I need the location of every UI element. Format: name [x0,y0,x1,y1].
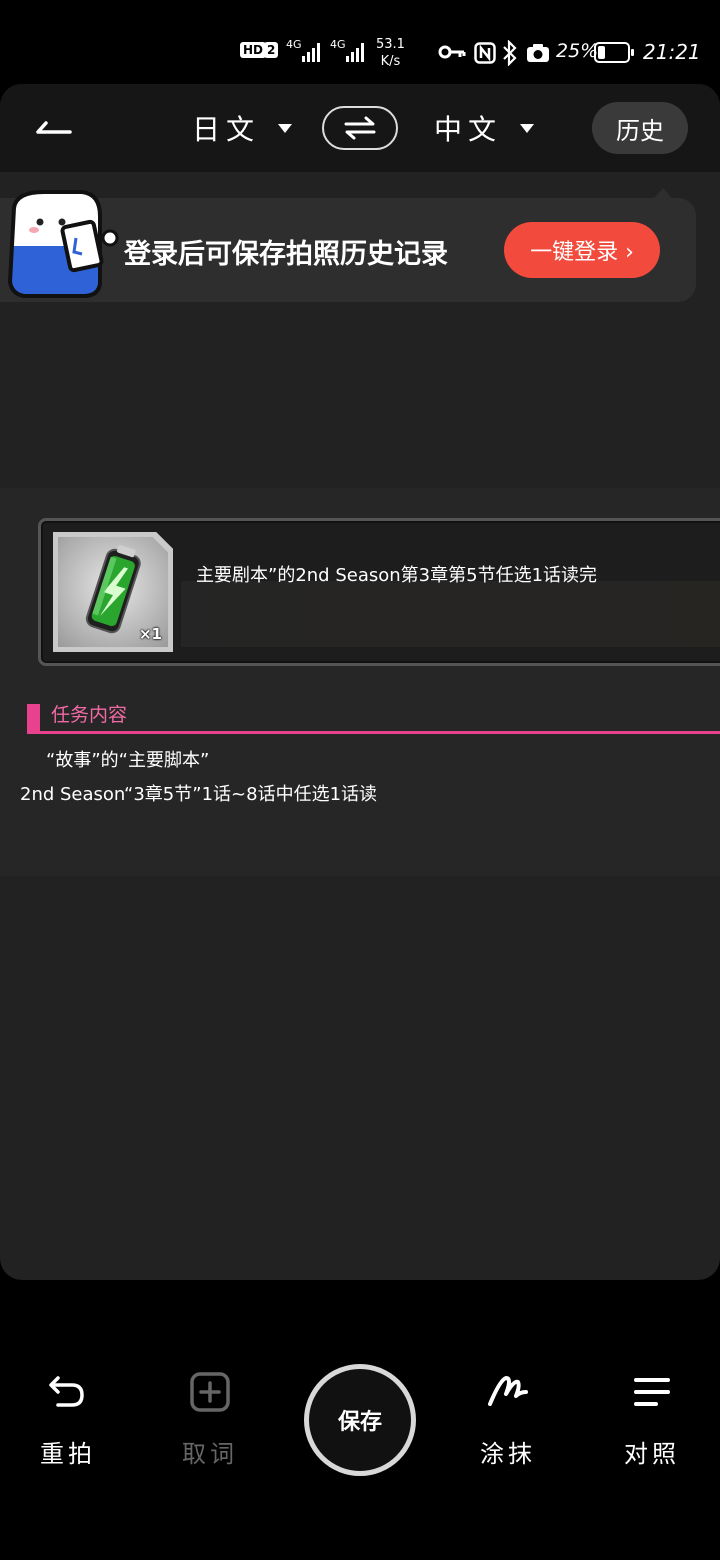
caret-down-icon [278,123,293,133]
signal-icon-2 [346,42,364,62]
list-lines-icon [634,1378,670,1406]
battery-icon [594,42,634,63]
mission-card-background [181,581,720,647]
item-quantity: ×1 [138,625,162,643]
banner-pointer [654,188,672,198]
back-button[interactable] [32,110,80,146]
translated-image-area: ×1 主要剧本”的2nd Season第3章第5节任选1话读完 任务内容 [0,488,720,876]
network-type-1: 4G [286,38,302,51]
nfc-icon [474,42,496,64]
undo-icon [49,1376,84,1407]
camera-icon [527,44,549,62]
compare-button[interactable]: 对照 [602,1370,702,1469]
battery-level [598,46,605,59]
compare-label: 对照 [624,1440,680,1468]
speed-value: 53.1 [376,37,405,52]
back-arrow-icon [36,121,72,134]
pick-word-label: 取词 [182,1440,238,1468]
section-header: 任务内容 [27,700,720,736]
bluetooth-icon [503,40,517,66]
mission-title: 主要剧本”的2nd Season第3章第5节任选1话读完 [196,565,598,586]
top-bar: 日文 中文 历史 [0,84,720,172]
save-button[interactable]: 保存 [304,1364,416,1476]
network-speed: 53.1 K/s [376,36,405,70]
battery-percent: 25% [556,40,599,62]
key-icon [438,45,466,59]
target-language-dropdown[interactable]: 中文 [434,104,535,152]
erase-button[interactable]: 涂抹 [458,1370,558,1469]
add-box-icon [190,1372,230,1412]
mission-card: ×1 主要剧本”的2nd Season第3章第5节任选1话读完 [38,518,720,666]
item-slot: ×1 [58,537,168,647]
section-accent-bar [27,704,40,734]
status-bar: HD 2 4G 4G 53.1 K/s 25% 21:21 [0,0,720,84]
signal-icon-1 [302,42,320,62]
caret-down-icon [520,123,535,133]
clock: 21:21 [643,40,701,64]
history-button[interactable]: 历史 [592,102,688,154]
one-click-login-button[interactable]: 一键登录 › [504,222,660,278]
source-language-dropdown[interactable]: 日文 [192,104,293,152]
item-frame: ×1 [53,532,173,652]
target-language-label: 中文 [434,113,503,146]
network-type-2: 4G [330,38,346,51]
mascot-icon [7,190,119,298]
hd-badge: HD [240,42,267,58]
retake-label: 重拍 [40,1440,96,1468]
section-divider [27,731,720,734]
sim-badge: 2 [264,42,279,58]
retake-button[interactable]: 重拍 [18,1370,118,1469]
bottom-toolbar: 重拍 取词 保存 涂抹 对照 [0,1280,720,1560]
mission-description-line-1: “故事”的“主要脚本” [46,750,210,771]
speed-unit: K/s [380,54,401,69]
mission-description-line-2: 2nd Season“3章5节”1话~8话中任选1话读 [20,784,378,805]
swap-arrows-icon [344,116,376,140]
section-title: 任务内容 [51,704,128,726]
erase-label: 涂抹 [480,1440,536,1468]
source-language-label: 日文 [192,113,261,146]
brush-stroke-icon [488,1376,528,1406]
swap-language-button[interactable] [322,106,398,150]
pick-word-button[interactable]: 取词 [160,1370,260,1469]
login-prompt-text: 登录后可保存拍照历史记录 [124,239,448,270]
translation-panel: 日文 中文 历史 登录后可保存拍照历史记录 一键登录 › ×1 主要剧本”的2n… [0,84,720,1280]
